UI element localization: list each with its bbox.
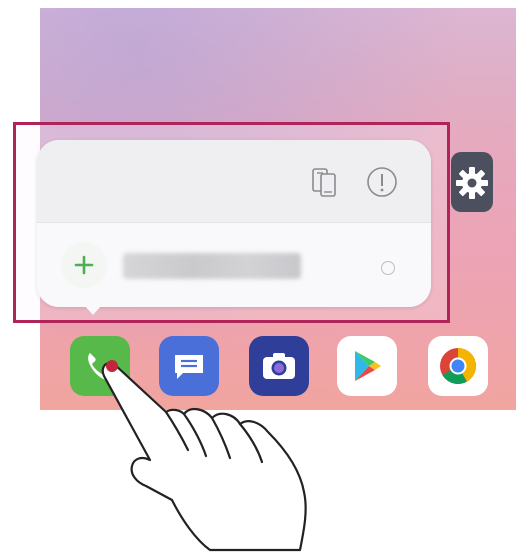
info-icon <box>367 167 397 197</box>
popup-pointer <box>84 305 102 315</box>
settings-app[interactable] <box>451 152 493 212</box>
shortcut-row[interactable] <box>37 223 431 307</box>
widget-swap-button[interactable] <box>306 164 342 200</box>
app-shortcut-popup <box>37 140 431 307</box>
illustration <box>0 0 524 557</box>
chrome-icon <box>440 348 476 385</box>
chrome-app[interactable] <box>428 336 488 396</box>
app-info-button[interactable] <box>364 164 400 200</box>
widget-swap-icon <box>312 168 336 197</box>
add-shortcut-button[interactable] <box>61 242 107 288</box>
popup-header <box>37 140 431 223</box>
shortcut-radio[interactable] <box>381 261 395 275</box>
gear-icon <box>456 167 488 199</box>
shortcut-label <box>123 253 301 279</box>
tapping-hand-illustration <box>101 360 307 552</box>
plus-icon <box>74 255 94 275</box>
play-store-icon <box>355 351 381 381</box>
